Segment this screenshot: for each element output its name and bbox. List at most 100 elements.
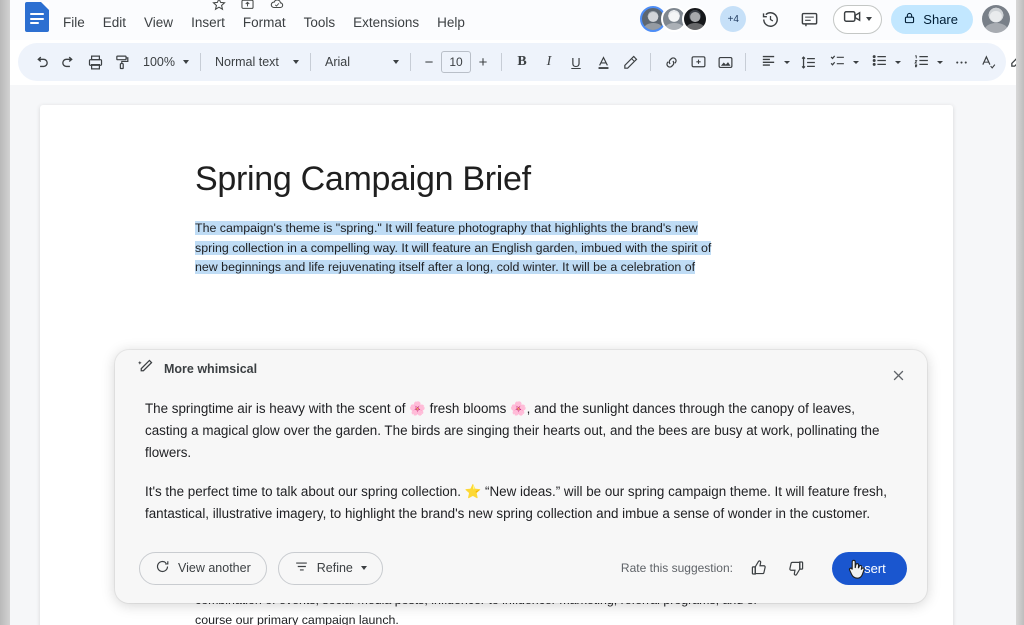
document-canvas[interactable]: Spring Campaign Brief The campaign's the… (10, 85, 1016, 625)
increase-font-size-button[interactable]: + (472, 51, 494, 73)
refine-button[interactable]: Refine (277, 551, 383, 585)
document-content: Spring Campaign Brief The campaign's the… (195, 157, 833, 278)
top-right-controls: +4 Share (640, 0, 1010, 38)
meet-button[interactable] (833, 4, 883, 34)
suggestion-paragraph-1: The springtime air is heavy with the sce… (145, 401, 880, 460)
google-docs-logo[interactable] (25, 2, 49, 32)
lock-icon (903, 11, 916, 28)
version-history-icon[interactable] (755, 4, 785, 34)
video-camera-icon (843, 9, 862, 29)
dialog-body: The springtime air is heavy with the sce… (145, 398, 897, 542)
toolbar-divider (200, 53, 201, 71)
share-button[interactable]: Share (891, 4, 973, 34)
menu-bar: File Edit View Insert Format Tools Exten… (55, 12, 473, 34)
ai-suggestion-dialog: More whimsical The springtime air is hea… (115, 350, 927, 603)
chevron-down-icon (895, 60, 901, 64)
close-icon[interactable] (885, 362, 911, 388)
cloud-saved-icon[interactable] (269, 0, 285, 11)
chevron-down-icon (853, 60, 859, 64)
page-title: Spring Campaign Brief (195, 160, 531, 198)
menu-view[interactable]: View (136, 12, 181, 34)
refine-label: Refine (316, 561, 353, 575)
document-title-icons (212, 0, 285, 11)
print-icon[interactable] (82, 49, 108, 75)
toolbar-divider (410, 53, 411, 71)
highlight-line-3: new beginnings and life rejuvenating its… (195, 260, 696, 274)
undo-icon[interactable] (28, 49, 54, 75)
clear-formatting-icon[interactable] (975, 49, 1001, 75)
zoom-selector[interactable]: 100% (136, 49, 193, 75)
text-color-button[interactable] (590, 49, 616, 75)
numbered-list-button[interactable] (906, 49, 947, 75)
font-selector[interactable]: Arial (318, 49, 403, 75)
insert-button[interactable]: Insert (832, 551, 907, 585)
view-another-label: View another (178, 561, 251, 575)
insert-image-icon[interactable] (712, 49, 738, 75)
suggestion-paragraph-2: It's the perfect time to talk about our … (145, 484, 887, 521)
menu-insert[interactable]: Insert (183, 12, 233, 34)
chevron-down-icon (293, 60, 299, 64)
magic-pencil-icon (137, 358, 154, 380)
menu-extensions[interactable]: Extensions (345, 12, 427, 34)
dialog-actions: View another Refine Rate this suggestion… (139, 551, 907, 585)
menu-help[interactable]: Help (429, 12, 473, 34)
decrease-font-size-button[interactable]: − (418, 51, 440, 73)
paragraph-style-value: Normal text (215, 55, 279, 69)
thumb-down-icon[interactable] (782, 554, 810, 582)
top-bar: File Edit View Insert Format Tools Exten… (0, 0, 1024, 40)
bulleted-list-button[interactable] (864, 49, 905, 75)
numbered-list-icon (913, 52, 930, 72)
highlighted-paragraph[interactable]: The campaign's theme is "spring." It wil… (195, 219, 761, 278)
italic-button[interactable]: I (536, 49, 562, 75)
menu-edit[interactable]: Edit (95, 12, 134, 34)
add-comment-icon[interactable] (685, 49, 711, 75)
highlight-line-2: spring collection in a compelling way. I… (195, 240, 712, 255)
chevron-down-icon (866, 17, 873, 21)
checklist-button[interactable] (822, 49, 863, 75)
rate-label: Rate this suggestion: (620, 561, 733, 575)
menu-file[interactable]: File (55, 12, 93, 34)
chevron-down-icon (360, 566, 367, 570)
comment-icon[interactable] (794, 4, 824, 34)
move-to-folder-icon[interactable] (240, 0, 255, 11)
account-avatar[interactable] (982, 5, 1010, 33)
toolbar-divider (745, 53, 746, 71)
google-docs-window: File Edit View Insert Format Tools Exten… (0, 0, 1024, 625)
toolbar-divider (310, 53, 311, 71)
checklist-icon (829, 52, 846, 72)
paragraph-style-selector[interactable]: Normal text (208, 49, 303, 75)
chevron-down-icon (183, 60, 189, 64)
align-left-icon (760, 52, 777, 72)
more-options-icon[interactable] (948, 49, 974, 75)
line-spacing-icon[interactable] (795, 49, 821, 75)
thumb-up-icon[interactable] (745, 554, 773, 582)
refresh-icon (155, 559, 170, 577)
redo-icon[interactable] (55, 49, 81, 75)
tune-icon (294, 559, 309, 577)
collaborator-avatars (640, 6, 709, 32)
collaborator-avatar-3[interactable] (682, 6, 709, 32)
font-value: Arial (325, 55, 351, 69)
highlight-line-1: The campaign's theme is "spring." It wil… (195, 221, 698, 235)
bold-button[interactable]: B (509, 49, 535, 75)
chevron-down-icon (937, 60, 943, 64)
paint-format-icon[interactable] (109, 49, 135, 75)
star-icon[interactable] (212, 0, 226, 11)
bulleted-list-icon (871, 52, 888, 72)
align-button[interactable] (753, 49, 794, 75)
dialog-title: More whimsical (164, 362, 258, 376)
view-another-button[interactable]: View another (139, 551, 267, 585)
share-label: Share (923, 11, 958, 27)
logo-lines (30, 13, 44, 27)
menu-tools[interactable]: Tools (296, 12, 344, 34)
highlight-pen-icon[interactable] (617, 49, 643, 75)
font-size-input[interactable]: 10 (441, 51, 471, 73)
insert-link-icon[interactable] (658, 49, 684, 75)
insert-label: Insert (853, 560, 886, 576)
underline-button[interactable]: U (563, 49, 589, 75)
collaborator-overflow-count[interactable]: +4 (720, 6, 747, 32)
window-right-edge (1016, 0, 1024, 625)
menu-format[interactable]: Format (235, 12, 294, 34)
toolbar-area: 100% Normal text Arial − 10 + B I U (0, 41, 1024, 85)
dialog-header: More whimsical (137, 358, 257, 380)
